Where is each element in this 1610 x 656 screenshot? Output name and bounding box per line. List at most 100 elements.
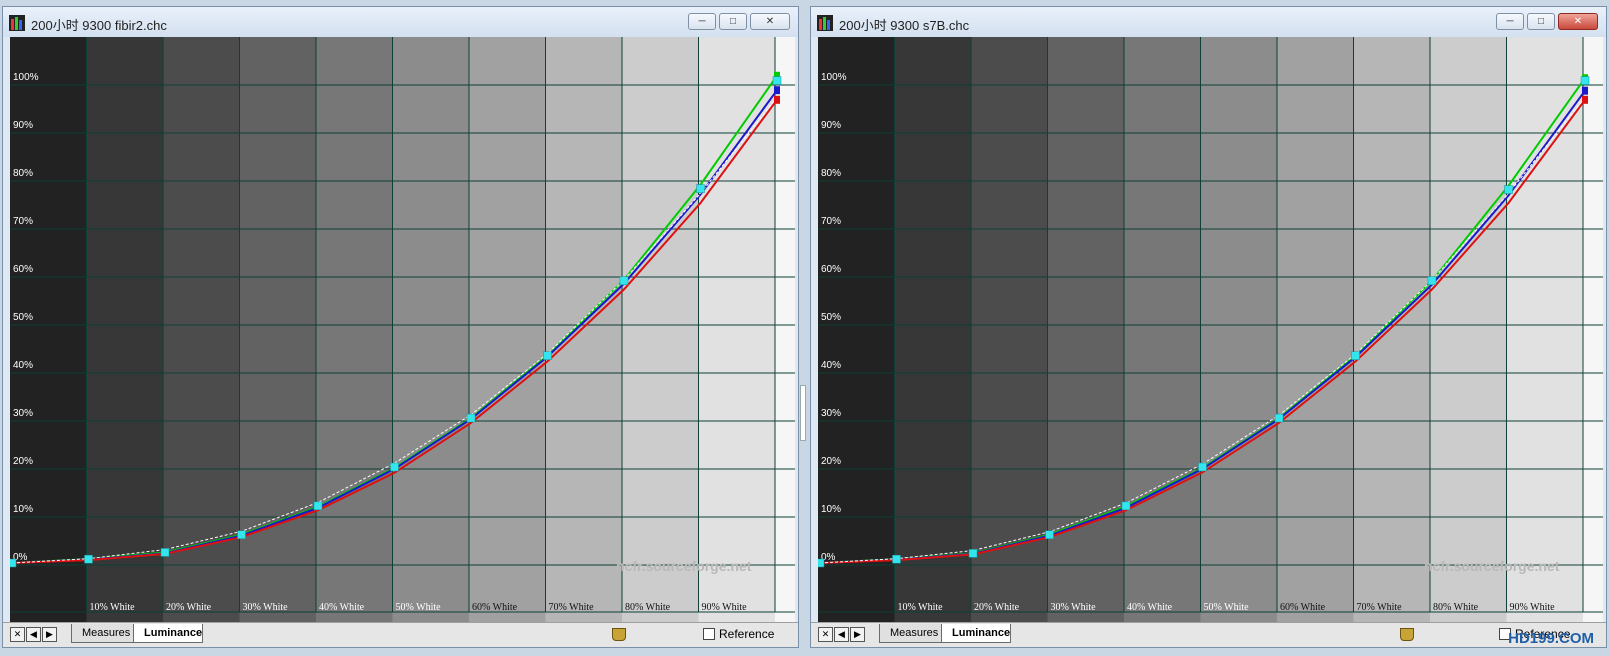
close-button[interactable]: ✕ — [750, 13, 790, 30]
watermark: hcfr.sourceforge.net — [1424, 558, 1560, 574]
data-point — [466, 413, 476, 423]
minimize-button[interactable]: ─ — [1496, 13, 1524, 30]
tab-measures[interactable]: Measures — [879, 624, 943, 643]
x-tick-label: 10% White — [898, 602, 944, 613]
y-tick-label: 40% — [821, 360, 841, 371]
gradient-column — [1506, 37, 1584, 625]
data-point — [1121, 501, 1131, 511]
x-tick-label: 40% White — [319, 602, 365, 613]
window-title: 200小时 9300 fibir2.chc — [31, 18, 167, 33]
x-tick-label: 60% White — [1280, 602, 1326, 613]
app-icon — [817, 15, 833, 31]
close-icon: ✕ — [821, 629, 830, 639]
data-point — [1198, 462, 1207, 472]
close-button[interactable]: ✕ — [1558, 13, 1598, 30]
trophy-icon[interactable] — [1400, 628, 1414, 641]
reference-label: Reference — [719, 627, 775, 641]
gradient-column — [469, 37, 547, 625]
x-tick-label: 90% White — [702, 602, 748, 613]
gradient-column — [1353, 37, 1431, 625]
gradient-column — [1047, 37, 1125, 625]
tab-measures[interactable]: Measures — [71, 624, 135, 643]
series-end-marker — [774, 95, 780, 104]
data-point — [84, 554, 93, 564]
gradient-column — [1583, 37, 1603, 625]
window-title: 200小时 9300 s7B.chc — [839, 18, 970, 33]
x-tick-label: 40% White — [1127, 602, 1173, 613]
gradient-column — [698, 37, 776, 625]
data-point — [160, 548, 170, 557]
y-tick-label: 30% — [13, 408, 33, 419]
maximize-icon: □ — [1537, 16, 1545, 27]
title-bar[interactable]: 200小时 9300 s7B.chc ─ □ ✕ — [811, 7, 1606, 37]
y-tick-label: 70% — [13, 216, 33, 227]
minimize-icon: ─ — [1506, 16, 1514, 27]
y-tick-label: 70% — [821, 216, 841, 227]
gradient-column — [392, 37, 470, 625]
data-point — [1274, 413, 1284, 423]
tab-luminance[interactable]: Luminance — [133, 624, 203, 643]
tab-luminance[interactable]: Luminance — [941, 624, 1011, 643]
data-point — [1045, 530, 1054, 539]
y-tick-label: 10% — [13, 504, 33, 515]
y-tick-label: 90% — [13, 120, 33, 131]
prev-tab-button[interactable]: ◀ — [26, 627, 41, 642]
y-tick-label: 80% — [821, 168, 841, 179]
gradient-column — [1200, 37, 1278, 625]
data-point — [619, 276, 629, 286]
gradient-column — [1124, 37, 1202, 625]
status-bar: ✕ ◀ ▶ Measures Luminance Reference HD199… — [811, 622, 1606, 647]
close-tab-button[interactable]: ✕ — [818, 627, 833, 642]
x-tick-label: 30% White — [243, 602, 289, 613]
data-point — [696, 184, 705, 193]
minimize-button[interactable]: ─ — [688, 13, 716, 30]
maximize-button[interactable]: □ — [1527, 13, 1555, 30]
close-tab-button[interactable]: ✕ — [10, 627, 25, 642]
gradient-column — [894, 37, 972, 625]
y-tick-label: 40% — [13, 360, 33, 371]
data-point — [237, 530, 246, 539]
x-tick-label: 20% White — [166, 602, 212, 613]
x-tick-label: 70% White — [1357, 602, 1403, 613]
title-bar[interactable]: 200小时 9300 fibir2.chc ─ □ ✕ — [3, 7, 798, 37]
data-point — [1504, 185, 1513, 194]
y-tick-label: 60% — [13, 264, 33, 275]
site-logo: HD199.COM — [1508, 630, 1594, 647]
right-window: 200小时 9300 s7B.chc ─ □ ✕ 0% 10% 20% 30% 40% 5… — [810, 6, 1607, 648]
y-tick-label: 90% — [821, 120, 841, 131]
close-icon: ✕ — [765, 16, 775, 27]
gradient-column — [545, 37, 623, 625]
next-tab-button[interactable]: ▶ — [42, 627, 57, 642]
series-end-marker — [1582, 95, 1588, 104]
app-icon — [9, 15, 25, 31]
arrow-left-icon: ◀ — [838, 629, 845, 639]
reference-checkbox[interactable] — [703, 628, 715, 640]
maximize-button[interactable]: □ — [719, 13, 747, 30]
prev-tab-button[interactable]: ◀ — [834, 627, 849, 642]
trophy-icon[interactable] — [612, 628, 626, 641]
gradient-column — [622, 37, 700, 625]
reference-option[interactable]: Reference — [703, 627, 774, 641]
data-point — [390, 462, 399, 472]
gradient-column — [1430, 37, 1508, 625]
data-point — [313, 501, 323, 511]
y-tick-label: 100% — [821, 72, 847, 83]
close-icon: ✕ — [1573, 16, 1583, 27]
gradient-column — [239, 37, 317, 625]
watermark: hcfr.sourceforge.net — [616, 558, 752, 574]
y-tick-label: 100% — [13, 72, 39, 83]
close-icon: ✕ — [13, 629, 22, 639]
data-point — [1351, 351, 1360, 360]
series-end-marker — [1582, 86, 1588, 95]
y-tick-label: 50% — [13, 312, 33, 323]
data-point — [543, 351, 552, 360]
y-tick-label: 30% — [821, 408, 841, 419]
scrollbar-thumb[interactable] — [800, 385, 806, 441]
next-tab-button[interactable]: ▶ — [850, 627, 865, 642]
left-window: 200小时 9300 fibir2.chc ─ □ ✕ 0% 10% 20% 30% 4… — [2, 6, 799, 648]
y-tick-label: 20% — [13, 456, 33, 467]
data-point — [10, 558, 17, 568]
x-tick-label: 90% White — [1510, 602, 1556, 613]
maximize-icon: □ — [729, 16, 737, 27]
gradient-column — [1277, 37, 1355, 625]
